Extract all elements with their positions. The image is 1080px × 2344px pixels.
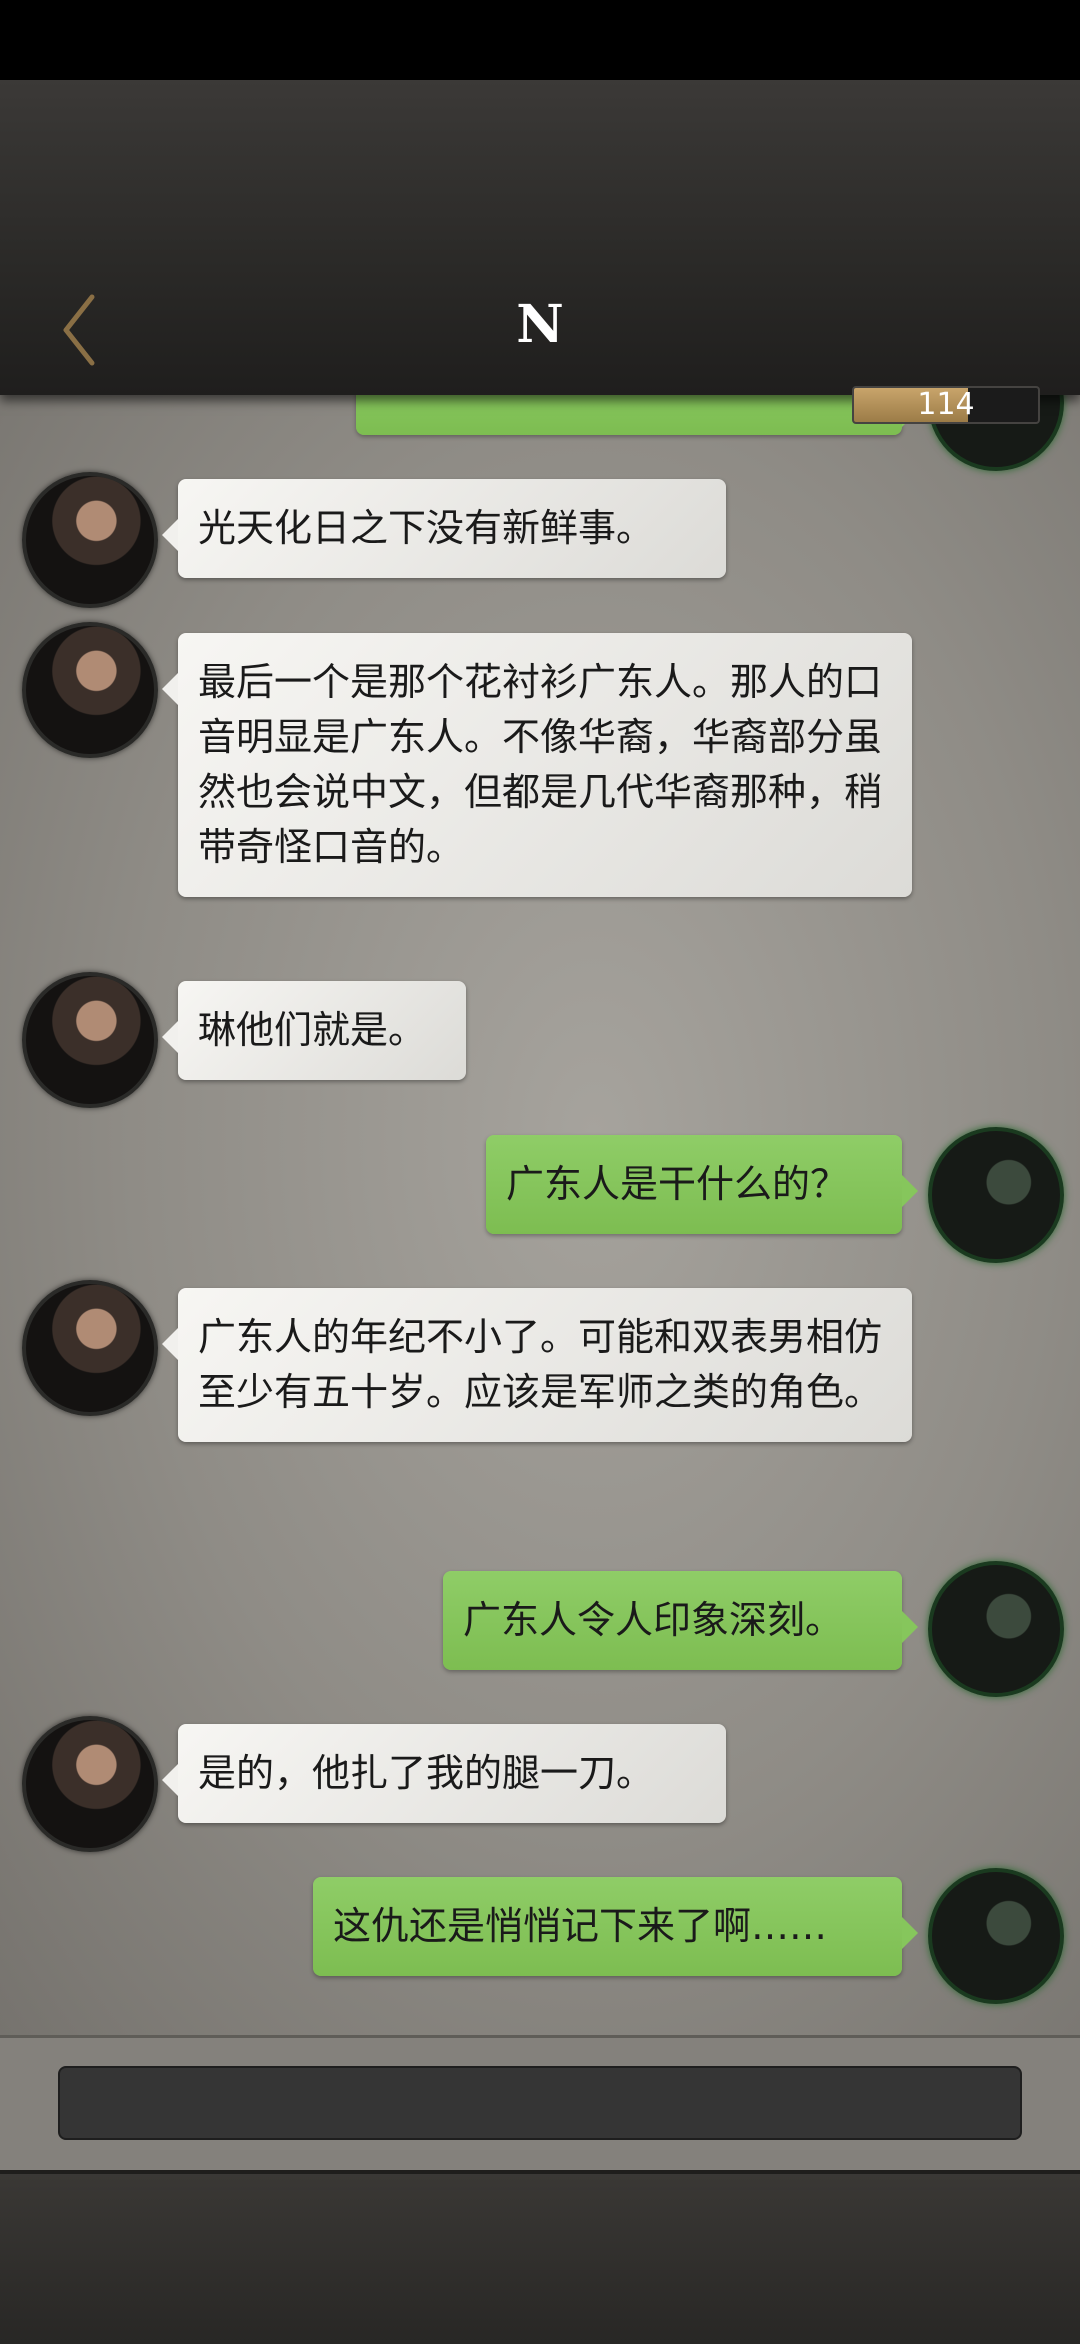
input-area — [0, 2035, 1080, 2173]
message-bubble-right: 广东人令人印象深刻。 — [443, 1571, 918, 1670]
progress-counter: 114 — [852, 386, 1040, 424]
message-bubble-left: 最后一个是那个花衬衫广东人。那人的口音明显是广东人。不像华裔，华裔部分虽然也会说… — [162, 633, 912, 897]
message-bubble-left: 琳他们就是。 — [162, 981, 466, 1080]
header: N 114 — [0, 80, 1080, 424]
progress-counter-value: 114 — [917, 387, 975, 422]
user-avatar — [928, 1561, 1064, 1697]
message-bubble-left: 是的，他扎了我的腿一刀。 — [162, 1724, 726, 1823]
bottom-bar — [0, 2170, 1080, 2344]
message-bubble-right: 广东人是干什么的？ — [486, 1135, 918, 1234]
message-bubble-right — [356, 395, 918, 435]
contact-avatar — [22, 622, 158, 758]
status-bar — [0, 0, 1080, 80]
contact-avatar — [22, 972, 158, 1108]
message-bubble-left: 广东人的年纪不小了。可能和双表男相仿至少有五十岁。应该是军师之类的角色。 — [162, 1288, 912, 1442]
contact-avatar — [22, 1280, 158, 1416]
conversation-title: N — [516, 294, 564, 355]
message-bubble-left: 光天化日之下没有新鲜事。 — [162, 479, 726, 578]
contact-avatar — [22, 1716, 158, 1852]
user-avatar — [928, 1127, 1064, 1263]
user-avatar — [928, 1868, 1064, 2004]
message-input[interactable] — [58, 2066, 1022, 2140]
contact-avatar — [22, 472, 158, 608]
message-bubble-right: 这仇还是悄悄记下来了啊…… — [313, 1877, 918, 1976]
chat-area[interactable]: 光天化日之下没有新鲜事。 最后一个是那个花衬衫广东人。那人的口音明显是广东人。不… — [0, 395, 1080, 2035]
